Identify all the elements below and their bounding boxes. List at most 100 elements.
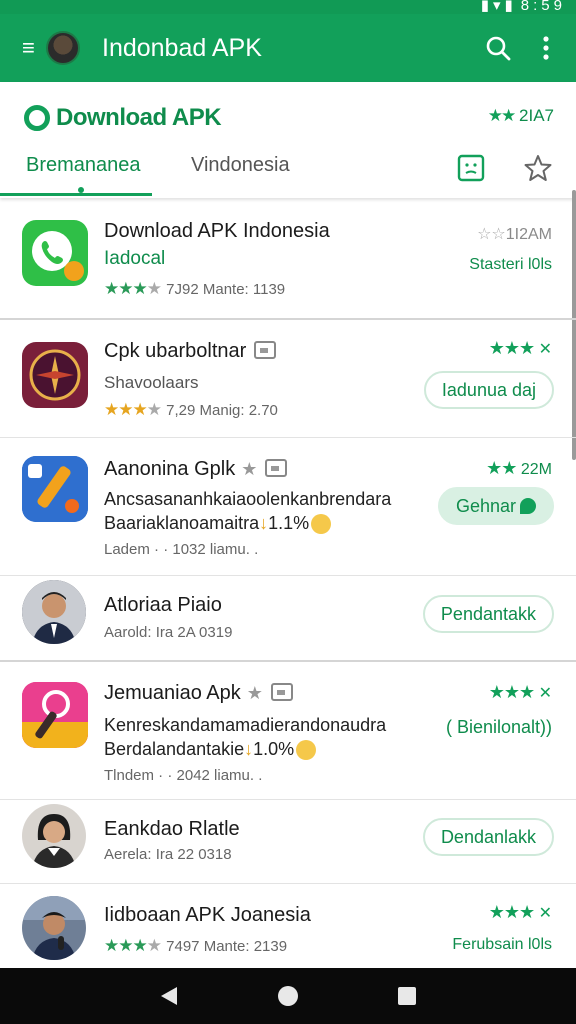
person-icon	[22, 896, 86, 960]
app-name: Iidboaan APK Joanesia	[104, 904, 311, 926]
app-description-line2: Baariaklanoamaitra↓1.1%	[104, 513, 332, 535]
app-title: Indonbad APK	[102, 33, 262, 62]
app-meta-text: 7497 Mante: 2139	[166, 938, 288, 955]
image-tag-icon	[270, 682, 293, 701]
tool-icon	[22, 682, 88, 748]
action-button[interactable]: Pendantakk	[422, 595, 554, 633]
battery-icon: ▮	[504, 0, 517, 14]
app-meta-text: 7J92 Mante: 1139	[166, 281, 286, 298]
list-item[interactable]: Iidboaan APK Joanesia ★★★★ 7497 Mante: 2…	[0, 884, 576, 968]
brand-logo-icon	[24, 105, 50, 131]
close-icon: ✕	[538, 905, 552, 922]
action-link[interactable]: ( Bienilonalt))	[446, 717, 552, 738]
action-button[interactable]: Gehnar	[437, 487, 554, 525]
rating-stars-icon: ★★	[487, 106, 517, 125]
app-description: Kenreskandamamadierandonaudra	[104, 715, 387, 735]
rating-stars-icon: ★★★	[488, 682, 535, 702]
tab-bremananea[interactable]: Bremananea	[26, 154, 141, 177]
app-description-text: Baariaklanoamaitra	[104, 513, 260, 533]
person-icon	[22, 580, 86, 644]
avatar	[22, 896, 86, 960]
app-name: Atloriaa Piaio	[104, 594, 222, 616]
app-right-bottom: Ferubsain l0ls	[452, 936, 552, 953]
header-rating: ★★ 2IA7	[488, 106, 554, 126]
action-button[interactable]: Iadunua daj	[423, 371, 554, 409]
rating-stars-icon: ★★★	[488, 902, 535, 922]
home-button[interactable]	[264, 972, 312, 1020]
favorite-button[interactable]	[516, 146, 560, 190]
more-vert-icon	[543, 36, 549, 60]
app-meta: ★★★★ 7497 Mante: 2139	[104, 936, 287, 956]
star-icon: ★	[246, 683, 263, 703]
app-name: Eankdao Rlatle	[104, 818, 240, 840]
list-item[interactable]: Eankdao Rlatle Aerela: Ira 22 0318 Denda…	[0, 800, 576, 884]
search-button[interactable]	[474, 24, 522, 72]
list-item[interactable]: Jemuaniao Apk ★ Kenreskandamamadierandona…	[0, 662, 576, 800]
app-bar: ≡ Indonbad APK	[0, 14, 576, 82]
app-meta: ★★★★ 7,29 Manig: 2.70	[104, 400, 278, 420]
app-name: Aanonina Gplk ★	[104, 458, 288, 481]
app-name-text: Aanonina Gplk	[104, 458, 236, 480]
app-meta: Aarold: Ira 2A 0319	[104, 624, 233, 641]
face-icon	[457, 154, 485, 182]
app-meta: Aerela: Ira 22 0318	[104, 846, 232, 863]
action-button[interactable]: Dendanlakk	[422, 818, 554, 856]
app-right-bottom: Stasteri l0ls	[469, 256, 552, 273]
app-category: Shavoolaars	[104, 373, 199, 392]
app-size: 22M	[520, 461, 552, 478]
app-list: Download APK Indonesia Iadocal ★★★★ 7J92…	[0, 200, 576, 968]
app-meta: ★★★★ 7J92 Mante: 1139	[104, 279, 285, 299]
app-description-suffix: 1.0%	[253, 739, 295, 759]
list-item[interactable]: Download APK Indonesia Iadocal ★★★★ 7J92…	[0, 200, 576, 320]
person-icon	[22, 804, 86, 868]
app-right-top: ★★ 22M	[486, 458, 552, 479]
down-arrow-icon: ↓	[259, 513, 269, 533]
rating-stars-icon: ★★★	[104, 279, 148, 298]
rating-stars-icon: ★★★	[104, 400, 148, 419]
list-item[interactable]: Aanonina Gplk ★ Ancsasananhkaiaoolenkanbr…	[0, 438, 576, 576]
app-meta-text: 7,29 Manig: 2.70	[166, 402, 278, 419]
leaf-icon	[520, 498, 536, 514]
app-meta: Ladem · · 1032 liamu. .	[104, 541, 259, 558]
avatar	[22, 580, 86, 644]
brand: Download APK	[24, 104, 222, 132]
face-button[interactable]	[449, 146, 493, 190]
recents-button[interactable]	[383, 972, 431, 1020]
app-category: Iadocal	[104, 248, 166, 269]
emoji-icon	[296, 740, 317, 761]
image-tag-icon	[265, 458, 288, 477]
app-description: Ancsasananhkaiaoolenkanbrendara	[104, 489, 392, 509]
app-icon	[22, 456, 88, 522]
rating-stars-icon: ★★	[486, 458, 517, 478]
avatar	[22, 804, 86, 868]
avatar[interactable]	[46, 31, 80, 65]
tools-icon	[22, 456, 88, 522]
recents-icon	[397, 987, 416, 1005]
app-meta: Tlndem · · 2042 liamu. .	[104, 767, 263, 784]
rating-stars-icon: ★★★	[104, 936, 148, 955]
list-item[interactable]: Cpk ubarboltnar Shavoolaars ★★★★ 7,29 Ma…	[0, 320, 576, 438]
tab-vindonesia[interactable]: Vindonesia	[191, 154, 290, 177]
search-icon	[486, 36, 511, 61]
back-button[interactable]	[145, 972, 193, 1020]
menu-icon[interactable]: ≡	[22, 37, 40, 59]
wifi-icon: ▾	[493, 0, 505, 14]
app-name: Cpk ubarboltnar	[104, 340, 277, 363]
app-icon	[22, 220, 88, 286]
list-item[interactable]: Atloriaa Piaio Aarold: Ira 2A 0319 Penda…	[0, 576, 576, 662]
notification-icon: ▮	[480, 0, 493, 14]
status-bar: ▮▾▮ 8:59	[0, 0, 576, 14]
app-size: 1I2AM	[505, 226, 552, 243]
home-icon	[277, 986, 298, 1006]
more-options-button[interactable]	[522, 24, 570, 72]
app-icon	[22, 682, 88, 748]
app-name-text: Cpk ubarboltnar	[104, 340, 247, 362]
compass-icon	[29, 349, 81, 401]
tab-indicator-dot	[78, 187, 84, 193]
rating-star-empty-icon: ★	[146, 936, 162, 955]
app-right-top: ★★★ ✕	[489, 338, 552, 359]
status-icons: ▮▾▮ 8:59	[481, 0, 566, 14]
tab-bar: Bremananea Vindonesia	[0, 144, 576, 196]
header-rating-text: 2IA7	[519, 106, 554, 125]
close-icon: ✕	[538, 685, 552, 702]
